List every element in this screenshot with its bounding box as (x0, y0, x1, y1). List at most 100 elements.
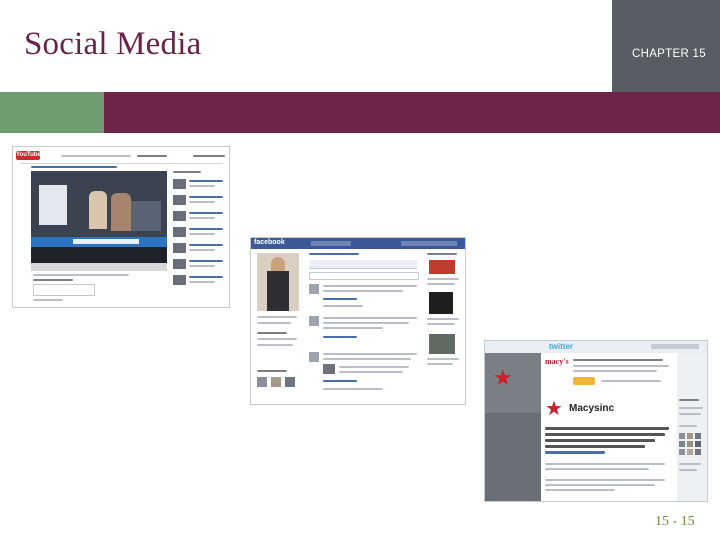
ad-image[interactable] (429, 334, 455, 354)
related-meta (189, 233, 215, 235)
profile-info (257, 316, 297, 318)
post-actions[interactable] (323, 380, 357, 382)
sidebar-heading (257, 370, 287, 372)
related-thumb[interactable] (173, 211, 186, 221)
youtube-screenshot: YouTube (12, 146, 230, 308)
follower-avatar[interactable] (679, 433, 685, 439)
related-thumb[interactable] (173, 195, 186, 205)
ad-image[interactable] (429, 260, 455, 274)
related-meta (189, 281, 215, 283)
post-text (339, 366, 409, 368)
related-meta (189, 249, 215, 251)
macys-star-icon: ★ (493, 365, 513, 390)
post-avatar (309, 316, 319, 326)
post-text (323, 358, 411, 360)
tweet-older (545, 484, 655, 486)
friend-thumb[interactable] (285, 377, 295, 387)
banner-heading (573, 359, 663, 361)
tweet-older (545, 479, 665, 481)
follower-avatar[interactable] (695, 433, 701, 439)
youtube-search-field (61, 155, 131, 157)
twitter-sidebar (677, 353, 707, 501)
related-thumb[interactable] (173, 243, 186, 253)
follower-avatar[interactable] (679, 441, 685, 447)
follower-avatar[interactable] (687, 441, 693, 447)
host-figure (89, 191, 107, 229)
related-title[interactable] (189, 228, 223, 230)
tweet-text (545, 433, 665, 436)
ad-text (427, 358, 459, 360)
twitter-header: twitter (485, 341, 707, 353)
page-name (309, 253, 359, 255)
youtube-video-player (31, 171, 167, 263)
facebook-tabs[interactable] (309, 260, 417, 269)
login-field[interactable] (651, 344, 699, 349)
post-comment (323, 305, 363, 307)
follower-avatar[interactable] (695, 449, 701, 455)
sidebar-links[interactable] (679, 463, 701, 465)
related-title[interactable] (189, 180, 223, 182)
related-thumb[interactable] (173, 275, 186, 285)
youtube-account-links (193, 155, 225, 157)
post-avatar (309, 284, 319, 294)
related-thumb[interactable] (173, 259, 186, 269)
post-text (323, 353, 417, 355)
related-title[interactable] (189, 244, 223, 246)
banner-text (573, 370, 657, 372)
profile-background: ★ (485, 353, 541, 501)
follower-avatar[interactable] (695, 441, 701, 447)
related-title[interactable] (189, 276, 223, 278)
sidebar-links[interactable] (679, 469, 697, 471)
divider (19, 163, 223, 164)
facebook-account-nav[interactable] (401, 241, 457, 246)
profile-info (257, 322, 291, 324)
video-ticker (73, 239, 139, 244)
chapter-label: CHAPTER 15 (632, 48, 706, 60)
ad-text (427, 283, 455, 285)
profile-stats (679, 407, 703, 409)
ad-text (427, 323, 455, 325)
related-title[interactable] (189, 196, 223, 198)
sidebar-heading (257, 332, 287, 334)
follower-avatar[interactable] (687, 449, 693, 455)
facebook-nav[interactable] (311, 241, 351, 246)
slide-title: Social Media (24, 26, 202, 62)
post-comment (323, 388, 383, 390)
post-text (323, 290, 403, 292)
status-input[interactable] (309, 272, 419, 280)
related-thumb[interactable] (173, 179, 186, 189)
related-thumb[interactable] (173, 227, 186, 237)
follower-avatar[interactable] (687, 433, 693, 439)
youtube-nav-links (137, 155, 167, 157)
sidebar-item[interactable] (257, 344, 293, 346)
follower-avatar[interactable] (679, 449, 685, 455)
banner-links (601, 380, 661, 382)
facebook-header: facebook (251, 238, 465, 249)
join-button[interactable] (573, 377, 595, 385)
friend-thumb[interactable] (271, 377, 281, 387)
studio-screen (39, 185, 67, 225)
tweet-link[interactable] (545, 451, 605, 454)
guest-figure (111, 193, 131, 231)
post-text (323, 317, 417, 319)
post-actions[interactable] (323, 336, 357, 338)
ad-text (427, 278, 459, 280)
friend-thumb[interactable] (257, 377, 267, 387)
related-title[interactable] (189, 260, 223, 262)
sidebar-item[interactable] (257, 338, 297, 340)
profile-stats (679, 413, 701, 415)
facebook-screenshot: facebook (250, 237, 466, 405)
post-text (323, 327, 383, 329)
comment-box[interactable] (33, 284, 95, 296)
ad-text (427, 363, 453, 365)
ad-image[interactable] (429, 292, 453, 314)
related-title[interactable] (189, 212, 223, 214)
ads-heading (427, 253, 457, 255)
post-image[interactable] (323, 364, 335, 374)
video-controls[interactable] (31, 263, 167, 271)
youtube-logo: YouTube (16, 151, 41, 160)
post-avatar (309, 352, 319, 362)
related-meta (189, 217, 215, 219)
tweet-older (545, 463, 665, 465)
post-actions[interactable] (323, 298, 357, 300)
